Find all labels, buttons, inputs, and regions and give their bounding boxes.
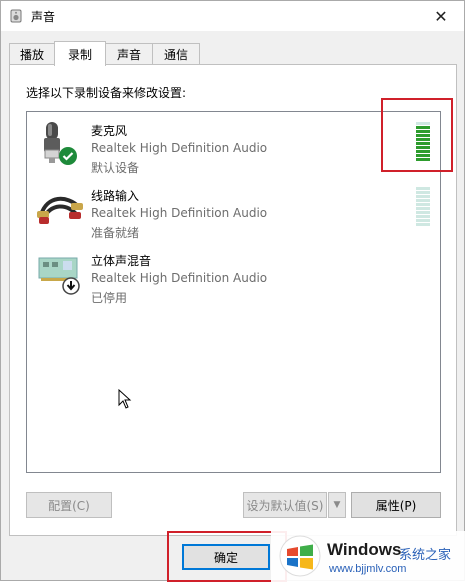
meter-segment [416, 215, 430, 218]
meter-segment [416, 158, 430, 161]
meter-segment [416, 150, 430, 153]
device-driver: Realtek High Definition Audio [91, 206, 268, 220]
line-in-cable-icon [37, 196, 83, 224]
level-meter [416, 122, 430, 162]
microphone-icon [44, 122, 77, 165]
device-name: 麦克风 [91, 124, 128, 138]
meter-segment [416, 154, 430, 157]
device-name: 立体声混音 [91, 254, 152, 268]
device-status: 已停用 [91, 291, 128, 305]
properties-button[interactable]: 属性(P) [351, 492, 441, 518]
meter-segment [416, 207, 430, 210]
watermark-url: www.bjjmlv.com [329, 563, 407, 575]
close-button[interactable]: ✕ [418, 1, 464, 31]
sound-card-icon [38, 257, 80, 295]
device-status: 默认设备 [91, 161, 140, 175]
tab-communications[interactable]: 通信 [152, 43, 200, 64]
device-name: 线路输入 [91, 189, 140, 203]
meter-segment [416, 126, 430, 129]
tab-playback[interactable]: 播放 [9, 43, 55, 64]
sound-dialog: 声音 ✕ 播放 录制 声音 通信 选择以下录制设备来修改设置: 麦克风 Real… [0, 0, 465, 582]
meter-segment [416, 199, 430, 202]
window-title: 声音 [31, 10, 56, 24]
instruction-text: 选择以下录制设备来修改设置: [26, 86, 187, 100]
watermark-title: Windows [327, 540, 402, 559]
meter-segment [416, 203, 430, 206]
meter-segment [416, 138, 430, 141]
meter-segment [416, 219, 430, 222]
windows-logo-icon [279, 535, 321, 577]
tab-recording[interactable]: 录制 [54, 41, 106, 66]
watermark-subtitle: 系统之家 [399, 548, 452, 563]
meter-segment [416, 146, 430, 149]
meter-segment [416, 195, 430, 198]
device-driver: Realtek High Definition Audio [91, 141, 268, 155]
meter-segment [416, 134, 430, 137]
meter-segment [416, 187, 430, 190]
device-stereo-mix[interactable]: 立体声混音 Realtek High Definition Audio 已停用 [27, 246, 440, 310]
close-icon: ✕ [434, 6, 448, 26]
tab-sounds[interactable]: 声音 [105, 43, 153, 64]
set-default-dropdown[interactable]: ▼ [328, 492, 346, 518]
meter-segment [416, 122, 430, 125]
device-list[interactable]: 麦克风 Realtek High Definition Audio 默认设备 线… [26, 111, 441, 473]
device-line-in[interactable]: 线路输入 Realtek High Definition Audio 准备就绪 [27, 181, 440, 245]
device-microphone[interactable]: 麦克风 Realtek High Definition Audio 默认设备 [27, 116, 440, 180]
configure-button[interactable]: 配置(C) [26, 492, 112, 518]
device-status: 准备就绪 [91, 226, 140, 240]
meter-segment [416, 191, 430, 194]
meter-segment [416, 130, 430, 133]
chevron-down-icon: ▼ [333, 500, 341, 510]
site-watermark: Windows 系统之家 www.bjjmlv.com [271, 531, 465, 582]
set-default-button[interactable]: 设为默认值(S) [243, 492, 327, 518]
meter-segment [416, 142, 430, 145]
ok-button[interactable]: 确定 [182, 544, 270, 570]
device-driver: Realtek High Definition Audio [91, 271, 268, 285]
title-bar: 声音 ✕ [1, 1, 464, 31]
mouse-cursor-icon [118, 389, 132, 409]
speaker-icon [10, 9, 22, 23]
level-meter [416, 187, 430, 227]
recording-panel: 选择以下录制设备来修改设置: 麦克风 Realtek High Definiti… [9, 64, 457, 536]
meter-segment [416, 211, 430, 214]
meter-segment [416, 223, 430, 226]
